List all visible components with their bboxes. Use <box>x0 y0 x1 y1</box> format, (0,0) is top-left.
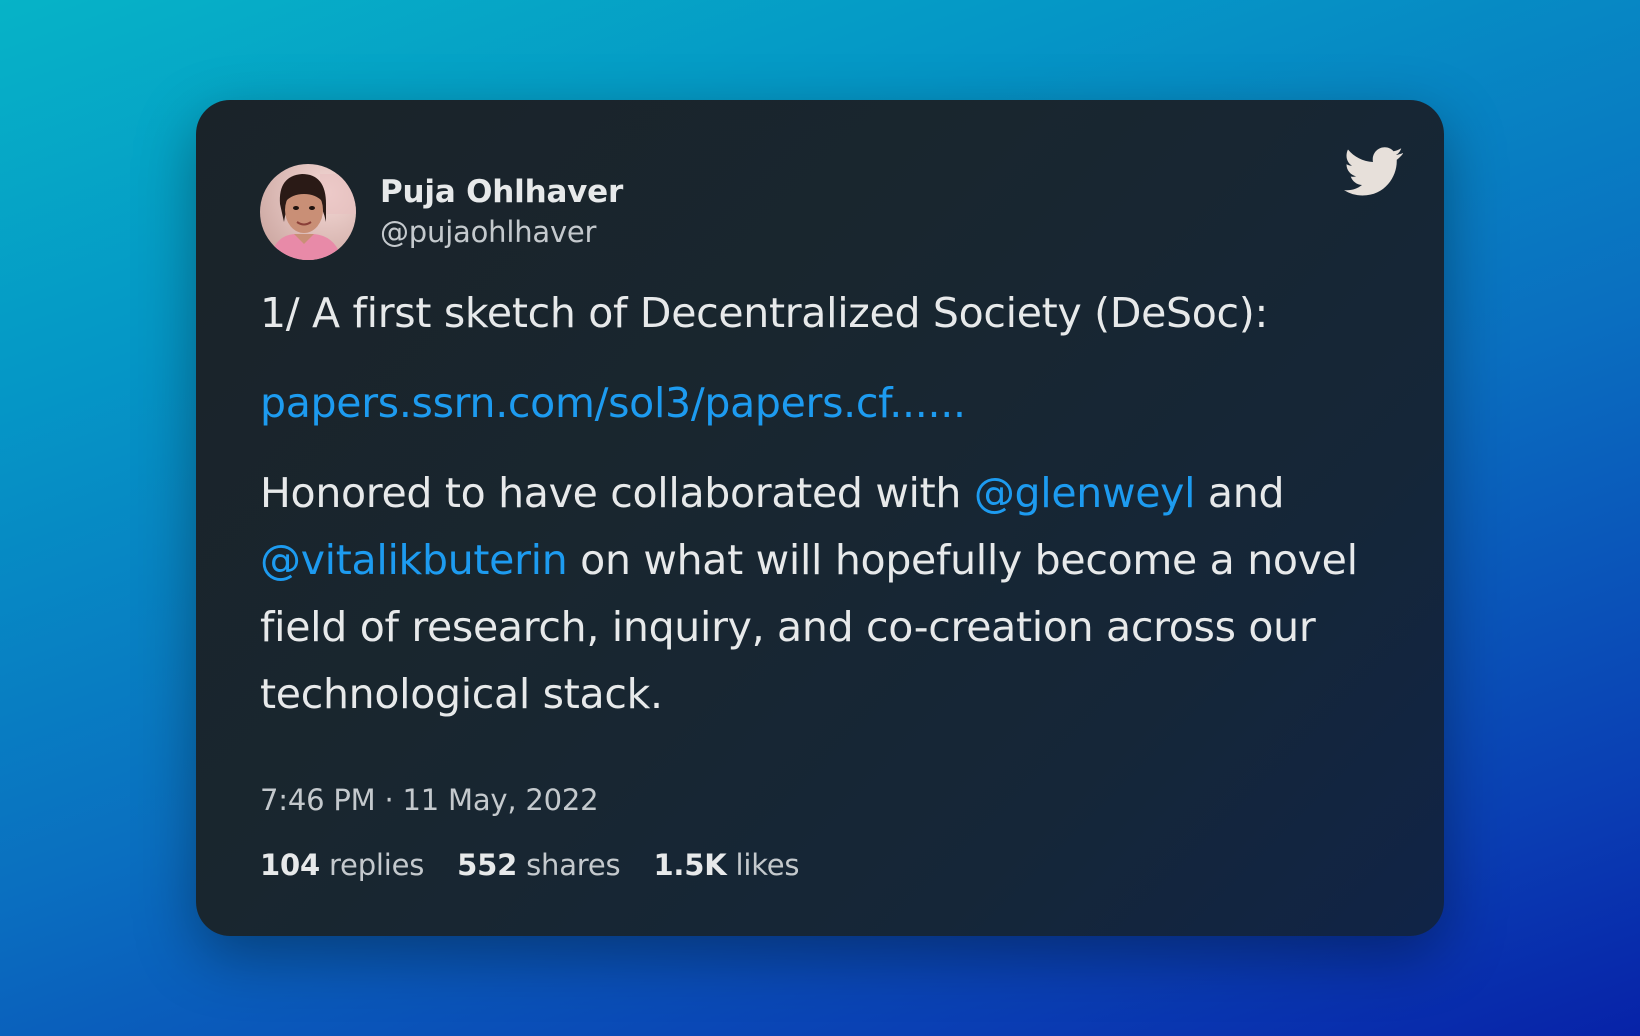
tweet-line-intro: 1/ A first sketch of Decentralized Socie… <box>260 289 1268 337</box>
author-names: Puja Ohlhaver @pujaohlhaver <box>380 172 623 252</box>
replies-label: replies <box>328 848 425 882</box>
avatar[interactable] <box>260 164 356 260</box>
twitter-bird-icon[interactable] <box>1344 146 1404 198</box>
tweet-stats: 104 replies 552 shares 1.5K likes <box>260 845 832 885</box>
tweet-link[interactable]: papers.ssrn.com/sol3/papers.cf...... <box>260 379 966 427</box>
mention-vitalikbuterin[interactable]: @vitalikbuterin <box>260 536 568 584</box>
replies-count: 104 <box>260 848 320 882</box>
likes-count: 1.5K <box>653 848 727 882</box>
tweet-card: Puja Ohlhaver @pujaohlhaver 1/ A first s… <box>196 100 1444 936</box>
avatar-image <box>260 164 356 260</box>
likes-label: likes <box>735 848 800 882</box>
tweet-text: 1/ A first sketch of Decentralized Socie… <box>260 280 1380 751</box>
shares-label: shares <box>526 848 621 882</box>
tweet-text-segment: and <box>1195 469 1285 517</box>
mention-glenweyl[interactable]: @glenweyl <box>974 469 1196 517</box>
likes-stat[interactable]: 1.5K likes <box>653 845 799 885</box>
shares-count: 552 <box>457 848 518 882</box>
tweet-header: Puja Ohlhaver @pujaohlhaver <box>260 164 623 260</box>
tweet-text-segment: Honored to have collaborated with <box>260 469 974 517</box>
tweet-timestamp[interactable]: 7:46 PM · 11 May, 2022 <box>260 780 599 820</box>
author-display-name[interactable]: Puja Ohlhaver <box>380 172 623 212</box>
shares-stat[interactable]: 552 shares <box>457 845 620 885</box>
author-handle[interactable]: @pujaohlhaver <box>380 212 623 252</box>
replies-stat[interactable]: 104 replies <box>260 845 424 885</box>
tweet-paragraph: Honored to have collaborated with @glenw… <box>260 460 1380 728</box>
